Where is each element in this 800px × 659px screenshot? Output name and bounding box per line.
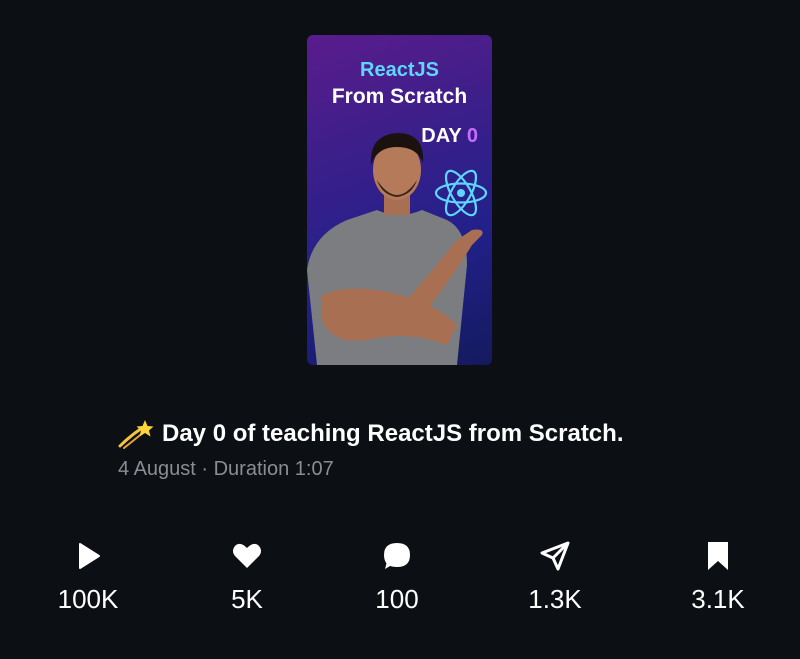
views-count: 100K [57,584,119,614]
day-word: DAY [421,125,462,147]
bookmark-icon [708,542,728,570]
saves-stat[interactable]: 3.1K [658,540,778,615]
reel-details-screen: ReactJS From Scratch DAY 0 Day 0 of teac… [0,0,800,659]
stats-bar: 100K 5K 100 1.3K 3.1K [0,540,800,630]
likes-stat[interactable]: 5K [187,540,307,615]
likes-count: 5K [231,584,263,614]
comments-stat[interactable]: 100 [337,540,457,615]
comment-icon [384,543,410,569]
saves-count: 3.1K [691,584,745,614]
send-icon [540,541,570,571]
reel-meta: 4 August · Duration 1:07 [118,458,334,480]
play-icon [79,543,100,569]
thumbnail-day-label: DAY 0 [421,125,478,148]
dizzy-star-icon [118,420,154,449]
thumbnail-title-line2: From Scratch [331,85,468,108]
reel-caption: Day 0 of teaching ReactJS from Scratch. [118,418,623,450]
react-atom-icon [434,169,488,217]
shares-stat[interactable]: 1.3K [495,540,615,615]
comments-count: 100 [375,584,419,614]
thumbnail-title-line1: ReactJS [360,59,439,81]
heart-icon [233,543,261,568]
views-stat[interactable]: 100K [28,540,148,615]
caption-text: Day 0 of teaching ReactJS from Scratch. [162,420,624,447]
shares-count: 1.3K [528,584,582,614]
video-thumbnail[interactable]: ReactJS From Scratch DAY 0 [307,35,492,365]
day-number: 0 [466,125,478,147]
